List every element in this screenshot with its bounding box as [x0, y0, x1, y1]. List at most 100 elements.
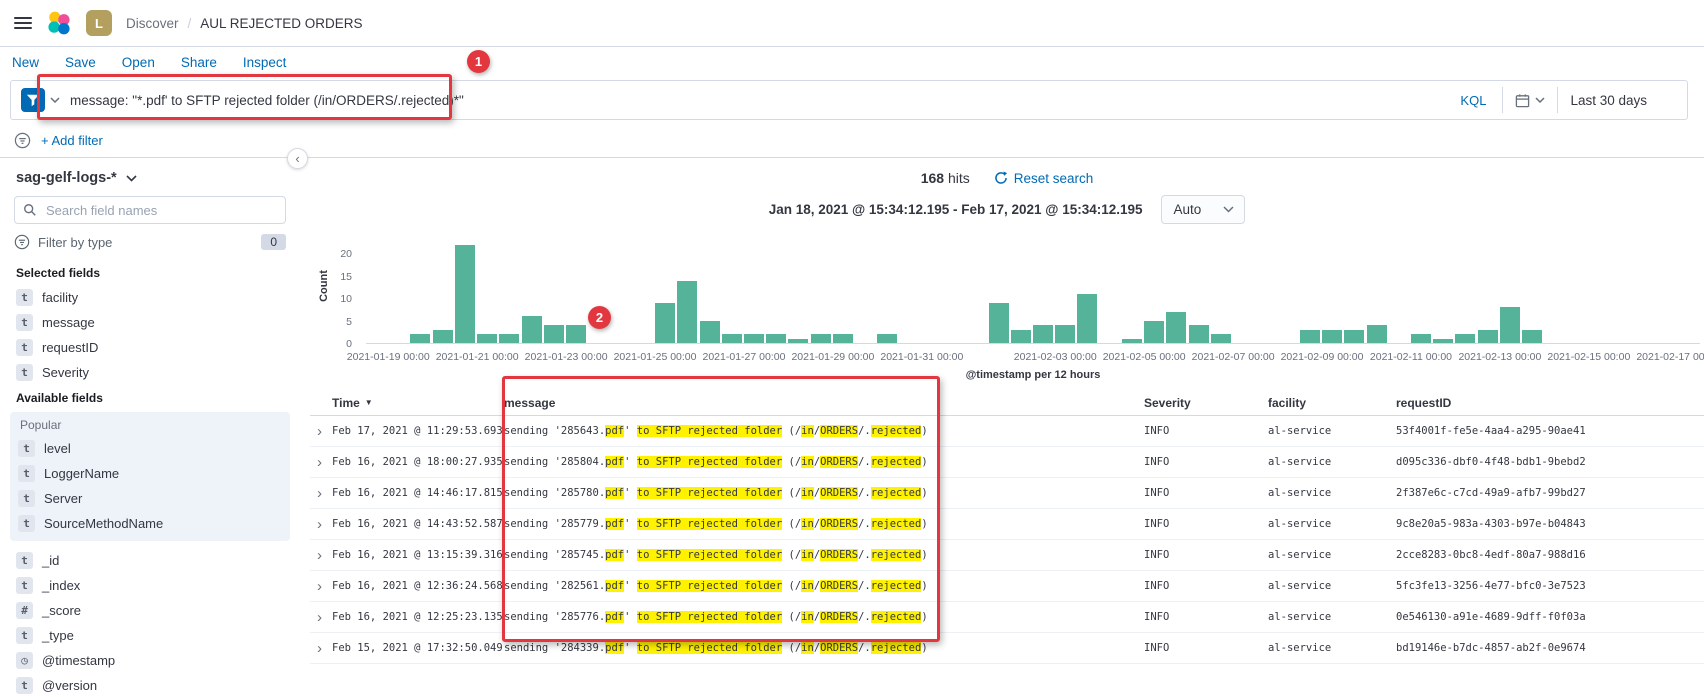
expand-row-button[interactable]: › [310, 517, 332, 532]
breadcrumb-discover[interactable]: Discover [126, 16, 179, 31]
field-item-Server[interactable]: t Server [16, 486, 284, 511]
field-item-requestID[interactable]: t requestID [14, 335, 286, 360]
histogram-bar[interactable] [1010, 329, 1031, 343]
histogram-bar[interactable] [766, 334, 787, 343]
histogram-bar[interactable] [432, 329, 453, 343]
expand-row-button[interactable]: › [310, 424, 332, 439]
menu-item-open[interactable]: Open [122, 55, 155, 70]
histogram-bar[interactable] [721, 334, 742, 343]
histogram-bar[interactable] [988, 302, 1009, 343]
field-item-level[interactable]: t level [16, 436, 284, 461]
time-range-quick-select[interactable]: Last 30 days [1558, 93, 1687, 108]
reset-search-button[interactable]: Reset search [994, 171, 1093, 186]
field-search-input[interactable] [44, 201, 277, 219]
expand-row-button[interactable]: › [310, 610, 332, 625]
histogram-bar[interactable] [1299, 329, 1320, 343]
column-header-severity[interactable]: Severity [1144, 396, 1268, 410]
field-item-_index[interactable]: t _index [14, 573, 286, 598]
add-filter-button[interactable]: + Add filter [41, 133, 103, 148]
histogram-bar[interactable] [677, 280, 698, 343]
histogram-bar[interactable] [1433, 338, 1454, 343]
histogram-bar[interactable] [1144, 320, 1165, 343]
menu-item-save[interactable]: Save [65, 55, 96, 70]
column-header-requestid[interactable]: requestID [1396, 396, 1704, 410]
histogram-bar[interactable] [1188, 325, 1209, 343]
field-item-_score[interactable]: # _score [14, 598, 286, 623]
field-name: LoggerName [44, 466, 120, 481]
index-pattern-selector[interactable]: sag-gelf-logs-* [16, 170, 286, 186]
field-item-message[interactable]: t message [14, 310, 286, 335]
expand-row-button[interactable]: › [310, 641, 332, 656]
table-row[interactable]: › Feb 16, 2021 @ 14:46:17.815 sending '285… [310, 478, 1704, 509]
expand-row-button[interactable]: › [310, 548, 332, 563]
field-item-LoggerName[interactable]: t LoggerName [16, 461, 284, 486]
query-input[interactable]: message: "*.pdf' to SFTP rejected folder… [70, 93, 1444, 108]
histogram-bar[interactable] [788, 338, 809, 343]
column-header-time[interactable]: Time ▼ [332, 396, 504, 410]
expand-row-button[interactable]: › [310, 486, 332, 501]
histogram-bar[interactable] [1121, 338, 1142, 343]
table-row[interactable]: › Feb 15, 2021 @ 17:32:50.049 sending '284… [310, 633, 1704, 664]
field-item-facility[interactable]: t facility [14, 285, 286, 310]
field-item-_type[interactable]: t _type [14, 623, 286, 648]
table-row[interactable]: › Feb 17, 2021 @ 11:29:53.693 sending '285… [310, 416, 1704, 447]
histogram-bar[interactable] [743, 334, 764, 343]
histogram-bar[interactable] [1499, 307, 1520, 343]
histogram-bar[interactable] [1033, 325, 1053, 343]
histogram-bar[interactable] [543, 325, 564, 343]
histogram-bar[interactable] [1366, 325, 1387, 343]
filter-by-type-button[interactable]: Filter by type 0 [14, 224, 286, 260]
histogram-bar[interactable] [1166, 311, 1187, 343]
expand-row-button[interactable]: › [310, 579, 332, 594]
interval-select[interactable]: Auto [1160, 195, 1246, 224]
histogram-bar[interactable] [1477, 329, 1498, 343]
histogram-bar[interactable] [499, 334, 520, 343]
histogram-bar[interactable] [1322, 329, 1343, 343]
menu-item-share[interactable]: Share [181, 55, 217, 70]
histogram-bar[interactable] [1455, 334, 1476, 343]
histogram-bar[interactable] [1210, 334, 1231, 343]
cell-message: sending '285643.pdf' to SFTP rejected fo… [504, 425, 928, 437]
collapse-sidebar-button[interactable]: ‹ [287, 148, 308, 169]
histogram-bar[interactable] [699, 320, 720, 343]
table-row[interactable]: › Feb 16, 2021 @ 12:25:23.135 sending '285… [310, 602, 1704, 633]
menu-item-inspect[interactable]: Inspect [243, 55, 287, 70]
table-row[interactable]: › Feb 16, 2021 @ 12:36:24.568 sending '282… [310, 571, 1704, 602]
column-header-facility[interactable]: facility [1268, 396, 1396, 410]
histogram-bar[interactable] [1055, 325, 1076, 343]
field-item-_id[interactable]: t _id [14, 548, 286, 573]
index-pattern-name: sag-gelf-logs-* [16, 170, 117, 186]
histogram-bar[interactable] [1077, 293, 1098, 343]
histogram-bar[interactable] [454, 244, 475, 343]
menu-icon[interactable] [14, 17, 32, 29]
field-search-box [14, 196, 286, 224]
histogram-bar[interactable] [832, 334, 853, 343]
histogram-bar[interactable] [477, 334, 498, 343]
field-item-@timestamp[interactable]: ◷ @timestamp [14, 648, 286, 673]
histogram-bar[interactable] [810, 334, 831, 343]
saved-query-menu-button[interactable] [11, 81, 70, 119]
filter-options-icon[interactable] [14, 132, 31, 149]
histogram-bar[interactable] [521, 316, 542, 343]
histogram-bar[interactable] [410, 334, 431, 343]
kql-button[interactable]: KQL [1444, 93, 1502, 108]
table-row[interactable]: › Feb 16, 2021 @ 13:15:39.316 sending '285… [310, 540, 1704, 571]
histogram-bar[interactable] [566, 325, 587, 343]
table-row[interactable]: › Feb 16, 2021 @ 14:43:52.587 sending '285… [310, 509, 1704, 540]
column-header-label: Severity [1144, 395, 1191, 410]
menu-item-new[interactable]: New [12, 55, 39, 70]
table-row[interactable]: › Feb 16, 2021 @ 18:00:27.935 sending '285… [310, 447, 1704, 478]
field-item-SourceMethodName[interactable]: t SourceMethodName [16, 511, 284, 536]
field-name: _index [42, 578, 81, 593]
histogram-bar[interactable] [1522, 329, 1543, 343]
date-picker-button[interactable] [1503, 81, 1557, 119]
column-header-message[interactable]: message [504, 396, 1144, 410]
field-item-Severity[interactable]: t Severity [14, 360, 286, 385]
histogram-bar[interactable] [1344, 329, 1365, 343]
field-item-@version[interactable]: t @version [14, 673, 286, 697]
histogram-bar[interactable] [1410, 334, 1431, 343]
expand-row-button[interactable]: › [310, 455, 332, 470]
histogram-bar[interactable] [877, 334, 898, 343]
histogram-bar[interactable] [655, 302, 676, 343]
space-avatar[interactable]: L [86, 10, 112, 36]
